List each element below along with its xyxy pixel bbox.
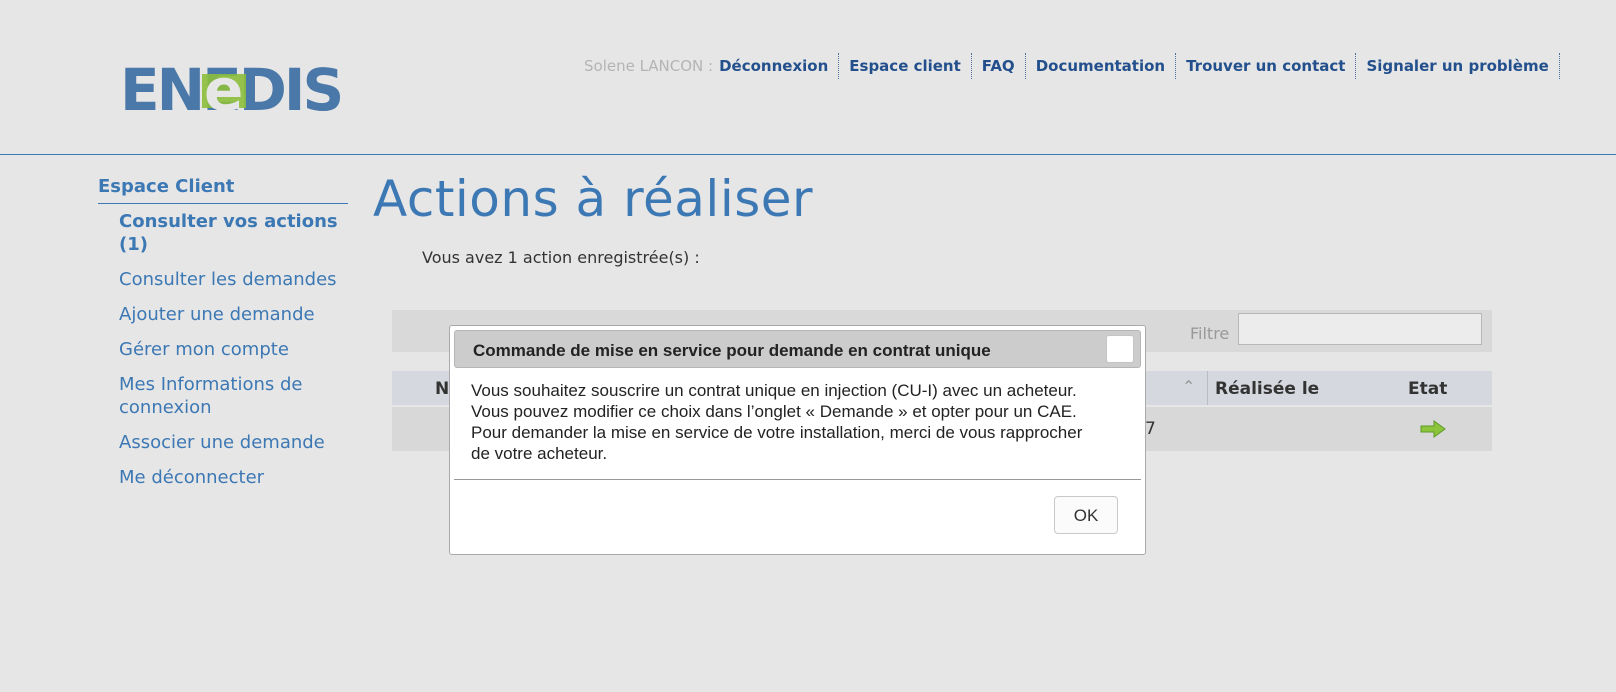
sidebar-item-login-info[interactable]: Mes Informations de connexion <box>119 373 348 419</box>
sidebar-item-consult-actions[interactable]: Consulter vos actions (1) <box>119 210 348 256</box>
faq-link[interactable]: FAQ <box>972 53 1026 79</box>
chevron-up-icon[interactable]: ⌃ <box>1182 377 1195 396</box>
sidebar-item-logout[interactable]: Me déconnecter <box>119 466 348 489</box>
sidebar: Espace Client Consulter vos actions (1) … <box>98 176 348 501</box>
sidebar-item-consult-requests[interactable]: Consulter les demandes <box>119 268 348 291</box>
sidebar-item-manage-account[interactable]: Gérer mon compte <box>119 338 348 361</box>
logout-link[interactable]: Déconnexion <box>717 53 840 79</box>
ok-button[interactable]: OK <box>1054 496 1118 534</box>
page-title: Actions à réaliser <box>373 170 814 228</box>
column-header-number[interactable]: N <box>435 379 449 399</box>
column-header-done-date[interactable]: Réalisée le <box>1215 379 1319 399</box>
top-navigation: Solene LANCON : Déconnexion Espace clien… <box>584 53 1560 79</box>
arrow-right-icon[interactable] <box>1420 420 1446 438</box>
sidebar-menu: Consulter vos actions (1) Consulter les … <box>119 210 348 489</box>
user-name: Solene LANCON : <box>584 57 714 75</box>
modal-body: Vous souhaitez souscrire un contrat uniq… <box>471 380 1131 464</box>
filter-input[interactable] <box>1238 313 1482 345</box>
client-space-link[interactable]: Espace client <box>839 53 972 79</box>
header: ENEDIS e Solene LANCON : Déconnexion Esp… <box>0 0 1616 155</box>
modal-dialog: Commande de mise en service pour demande… <box>449 325 1146 555</box>
modal-divider <box>454 479 1141 480</box>
find-contact-link[interactable]: Trouver un contact <box>1176 53 1357 79</box>
column-separator <box>1207 371 1208 405</box>
report-problem-link[interactable]: Signaler un problème <box>1356 53 1560 79</box>
modal-body-line: Vous souhaitez souscrire un contrat uniq… <box>471 381 1077 400</box>
logo-accent-letter: e <box>204 60 243 116</box>
modal-body-line: Pour demander la mise en service de votr… <box>471 423 1083 442</box>
close-button[interactable] <box>1106 335 1134 363</box>
modal-titlebar: Commande de mise en service pour demande… <box>454 330 1141 368</box>
sidebar-title: Espace Client <box>98 176 348 204</box>
modal-body-line: Vous pouvez modifier ce choix dans l’ong… <box>471 402 1077 421</box>
sidebar-item-associate-request[interactable]: Associer une demande <box>119 431 348 454</box>
enedis-logo[interactable]: ENEDIS e <box>120 60 340 116</box>
filter-label: Filtre <box>1190 324 1230 343</box>
documentation-link[interactable]: Documentation <box>1026 53 1177 79</box>
modal-body-line: de votre acheteur. <box>471 444 608 463</box>
sidebar-item-add-request[interactable]: Ajouter une demande <box>119 303 348 326</box>
table-cell-fragment: 7 <box>1145 419 1156 439</box>
actions-count-text: Vous avez 1 action enregistrée(s) : <box>422 248 700 267</box>
modal-title: Commande de mise en service pour demande… <box>473 341 991 360</box>
column-header-state[interactable]: Etat <box>1408 379 1447 399</box>
